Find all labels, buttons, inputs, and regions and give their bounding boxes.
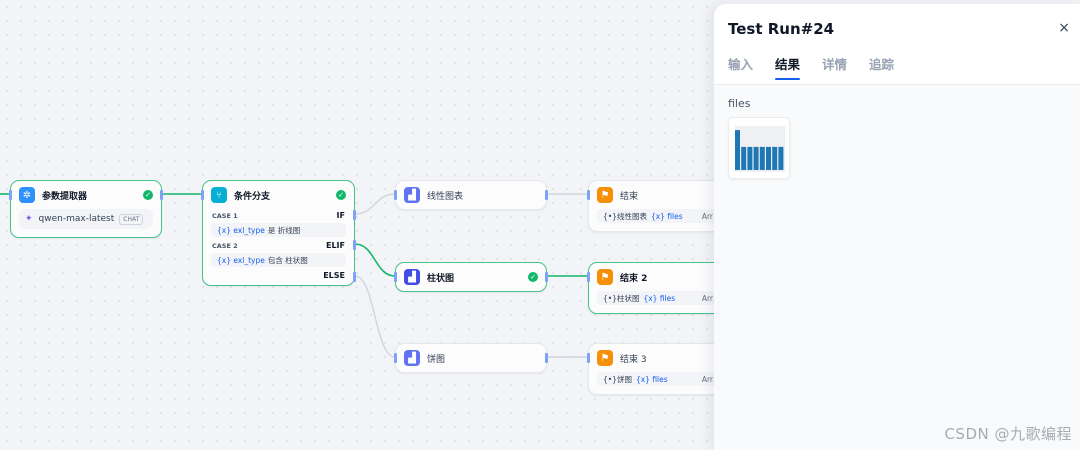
gear-icon: ✲ [19,187,35,203]
condition-row: {x} exl_type 包含 柱状图 [211,253,346,267]
chart-icon: ▟ [404,187,420,203]
flag-icon: ⚑ [597,269,613,285]
edge-ifelse-if-to-line [354,193,396,215]
condition-text: 包含 柱状图 [267,255,308,265]
input-port[interactable] [587,353,590,363]
files-label: files [728,97,751,110]
output-type: Arr [701,374,713,384]
thumbnail-bar [778,146,784,170]
condition-row: {x} exl_type 是 折线图 [211,223,346,237]
output-port[interactable] [545,272,548,282]
condition-variable: {x} exl_type [217,225,265,235]
node-end-3[interactable]: ⚑ 结束 3 {•}饼图 {x} files Arr [587,343,728,395]
tab-detail[interactable]: 详情 [822,54,847,80]
output-variable-row: {•}柱状图 {x} files Arr [597,291,719,305]
check-icon: ✓ [528,272,538,282]
panel-tabs: 输入 结果 详情 追踪 [728,54,916,80]
node-end-2[interactable]: ⚑ 结束 2 {•}柱状图 {x} files Arr [587,262,728,314]
edge-ifelse-elif-to-bar [354,243,396,277]
thumbnail-bar [753,146,759,170]
model-tag: CHAT [119,213,144,225]
output-source: {•}饼图 [603,374,632,384]
result-body: files [714,85,1080,450]
output-source: {•}线性图表 [603,211,647,221]
output-variable: {x} files [635,374,668,384]
input-port[interactable] [9,190,12,200]
case-keyword: IF [336,211,345,220]
output-type: Arr [701,211,713,221]
node-if-else[interactable]: ⑂ 条件分支 ✓ CASE 1 IF {x} exl_type 是 折线图 CA… [201,180,356,286]
node-bar-chart[interactable]: ▟ 柱状图 ✓ [394,262,548,292]
input-port[interactable] [201,190,204,200]
output-variable-row: {•}饼图 {x} files Arr [597,372,719,386]
case-label: CASE 1 [212,212,238,220]
else-output-port[interactable] [353,272,356,282]
input-port[interactable] [587,190,590,200]
edge-ifelse-else-to-pie [354,275,396,358]
input-port[interactable] [394,353,397,363]
panel-title: Test Run#24 [728,20,835,38]
case-keyword: ELIF [325,241,345,250]
else-header: ELSE [203,269,354,283]
model-chip[interactable]: ✦ qwen-max-latest CHAT [19,209,153,229]
thumbnail-bar [735,130,740,170]
case-label: CASE 2 [212,242,238,250]
thumbnail-bar [766,146,771,170]
watermark: CSDN @九歌编程 [944,425,1072,443]
output-source: {•}柱状图 [603,293,640,303]
input-port[interactable] [394,190,397,200]
file-thumbnail[interactable] [728,117,790,179]
case-keyword: ELSE [323,271,345,280]
node-title: 结束 3 [620,354,647,365]
thumbnail-bar [741,146,747,170]
output-port[interactable] [545,190,548,200]
elif-output-port[interactable] [353,240,356,250]
if-output-port[interactable] [353,210,356,220]
flag-icon: ⚑ [597,350,613,366]
node-title: 柱状图 [427,273,455,284]
thumbnail-bar [759,146,765,170]
model-name: qwen-max-latest [38,214,115,224]
bar-chart-thumbnail [735,126,785,172]
check-icon: ✓ [143,190,153,200]
tab-trace[interactable]: 追踪 [869,54,894,80]
node-title: 条件分支 [234,191,271,202]
input-port[interactable] [587,272,590,282]
condition-text: 是 折线图 [267,225,301,235]
node-title: 线性图表 [427,191,464,202]
node-pie-chart[interactable]: ▟ 饼图 [394,343,548,373]
output-variable: {x} files [643,293,676,303]
node-parameter-extractor[interactable]: ✲ 参数提取器 ✓ ✦ qwen-max-latest CHAT [9,180,163,238]
condition-variable: {x} exl_type [217,255,265,265]
node-title: 饼图 [427,354,446,365]
output-variable: {x} files [650,211,683,221]
tab-result[interactable]: 结果 [775,54,801,80]
model-logo-icon: ✦ [25,214,33,224]
node-line-chart[interactable]: ▟ 线性图表 [394,180,548,210]
case2-header: CASE 2 ELIF [203,239,354,253]
branch-icon: ⑂ [211,187,227,203]
check-icon: ✓ [336,190,346,200]
output-port[interactable] [545,353,548,363]
node-title: 结束 [620,191,639,202]
chart-icon: ▟ [404,269,420,285]
close-icon[interactable]: × [1058,20,1070,36]
case1-header: CASE 1 IF [203,209,354,223]
input-port[interactable] [394,272,397,282]
chart-icon: ▟ [404,350,420,366]
flag-icon: ⚑ [597,187,613,203]
output-type: Arr [701,293,713,303]
node-title: 参数提取器 [42,191,88,202]
node-title: 结束 2 [620,273,648,284]
thumbnail-bar [772,146,778,170]
thumbnail-bar [747,146,753,170]
tab-input[interactable]: 输入 [728,54,753,80]
output-port[interactable] [160,190,163,200]
output-variable-row: {•}线性图表 {x} files Arr [597,209,719,223]
test-run-panel: Test Run#24 × 输入 结果 详情 追踪 files [714,4,1080,450]
node-end-1[interactable]: ⚑ 结束 {•}线性图表 {x} files Arr [587,180,728,232]
